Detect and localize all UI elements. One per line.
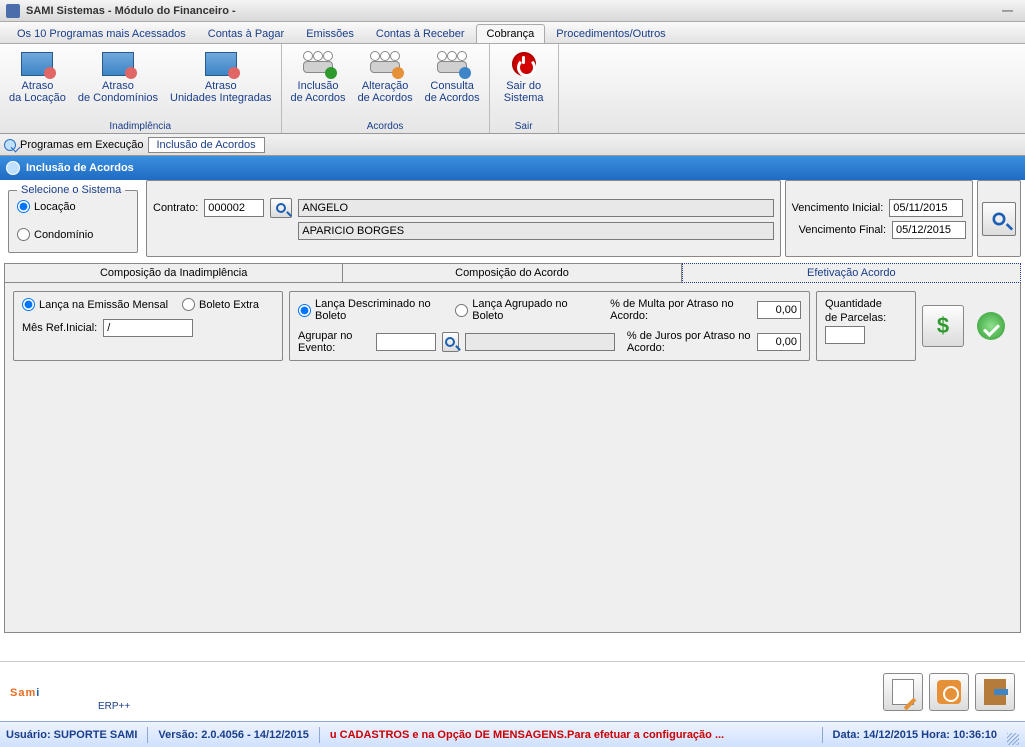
image-icon [102,52,134,76]
search-icon [993,212,1006,225]
resize-grip[interactable] [1007,733,1019,745]
image-icon [205,52,237,76]
edit-button[interactable] [883,673,923,711]
btn-inclusao-acordos[interactable]: Inclusão de Acordos [286,46,351,121]
sistema-fieldset: Selecione o Sistema Locação Condomínio [8,184,138,253]
programas-label: Programas em Execução [20,139,144,151]
app-icon [6,4,20,18]
tab-composicao-inadimplencia[interactable]: Composição da Inadimplência [4,263,343,283]
ribbon-group-acordos: Inclusão de Acordos Alteração de Acordos… [282,44,490,133]
menu-emissoes[interactable]: Emissões [295,24,365,43]
btn-alteracao-acordos[interactable]: Alteração de Acordos [353,46,418,121]
contrato-input[interactable] [204,199,264,217]
minimize-button[interactable]: — [996,5,1019,17]
people-icon [435,51,469,77]
search-icon [445,337,455,347]
logo: Sami [10,667,42,705]
page-header-icon [6,161,20,175]
menu-cobranca[interactable]: Cobrança [476,24,546,43]
edit-icon [892,679,914,705]
radio-condominio[interactable]: Condomínio [17,228,93,241]
ribbon-group-sair: Sair do Sistema Sair [490,44,559,133]
agrupar-search-button[interactable] [442,332,459,352]
mes-ref-input[interactable] [103,319,193,337]
radio-descriminado[interactable]: Lança Descriminado no Boleto [298,298,433,322]
menu-procedimentos[interactable]: Procedimentos/Outros [545,24,676,43]
qtd-label1: Quantidade [825,298,907,310]
btn-atraso-unidades[interactable]: Atraso Unidades Integradas [165,46,277,121]
status-alert: u CADASTROS e na Opção DE MENSAGENS.Para… [330,729,812,741]
venc-search-button[interactable] [982,202,1016,236]
tab-composicao-acordo[interactable]: Composição do Acordo [343,263,681,283]
panel-emissao: Lança na Emissão Mensal Boleto Extra Mês… [13,291,283,361]
menu-contas-receber[interactable]: Contas à Receber [365,24,476,43]
multa-label: % de Multa por Atraso no Acordo: [610,298,743,322]
ribbon-group-inadimplencia: Atraso da Locação Atraso de Condomínios … [0,44,282,133]
power-icon [512,52,536,76]
document-tabs: Programas em Execução Inclusão de Acordo… [0,134,1025,156]
people-icon [368,51,402,77]
exit-button[interactable] [975,673,1015,711]
gear-icon [937,680,961,704]
nome1-field [298,199,773,217]
main-menu: Os 10 Programas mais Acessados Contas à … [0,22,1025,44]
contrato-label: Contrato: [153,202,198,214]
page-header: Inclusão de Acordos [0,156,1025,180]
venc-inicial-input[interactable] [889,199,963,217]
inner-tabstrip: Composição da Inadimplência Composição d… [4,263,1021,283]
search-icon [276,203,286,213]
nome2-field [298,222,773,240]
exit-icon [984,679,1006,705]
check-icon [977,312,1005,340]
panel-qtd-parcelas: Quantidade de Parcelas: [816,291,916,361]
btn-sair-sistema[interactable]: Sair do Sistema [494,46,554,121]
juros-input[interactable] [757,333,801,351]
multa-input[interactable] [757,301,801,319]
status-user: Usuário: SUPORTE SAMI [6,729,137,741]
menu-10prog[interactable]: Os 10 Programas mais Acessados [6,24,197,43]
tab-body: Lança na Emissão Mensal Boleto Extra Mês… [4,283,1021,633]
btn-atraso-locacao[interactable]: Atraso da Locação [4,46,71,121]
btn-consulta-acordos[interactable]: Consulta de Acordos [420,46,485,121]
contrato-panel: Contrato: Contrato: [146,180,781,257]
status-datetime: Data: 14/12/2015 Hora: 10:36:10 [833,729,997,741]
people-icon [301,51,335,77]
window-titlebar: SAMI Sistemas - Módulo do Financeiro - — [0,0,1025,22]
qtd-parcelas-input[interactable] [825,326,865,344]
status-version: Versão: 2.0.4056 - 14/12/2015 [158,729,308,741]
radio-locacao[interactable]: Locação [17,200,76,213]
radio-agrupado[interactable]: Lança Agrupado no Boleto [455,298,574,322]
radio-emissao-mensal[interactable]: Lança na Emissão Mensal [22,298,168,311]
agrupar-evento-input[interactable] [376,333,436,351]
radio-boleto-extra[interactable]: Boleto Extra [182,298,259,311]
venc-search-panel [977,180,1021,257]
status-bar: Usuário: SUPORTE SAMI Versão: 2.0.4056 -… [0,721,1025,747]
page-title: Inclusão de Acordos [26,162,134,174]
venc-inicial-label: Vencimento Inicial: [792,202,884,214]
venc-final-label: Vencimento Final: [799,224,886,236]
tab-efetivacao-acordo[interactable]: Efetivação Acordo [682,263,1021,283]
settings-button[interactable] [929,673,969,711]
logo-sub: ERP++ [98,701,130,712]
ribbon: Atraso da Locação Atraso de Condomínios … [0,44,1025,134]
dollar-icon: $ [937,313,949,339]
confirm-button[interactable] [970,305,1012,347]
mes-ref-label: Mês Ref.Inicial: [22,322,97,334]
vencimento-panel: Vencimento Inicial: Vencimento Final: [785,180,973,257]
venc-final-input[interactable] [892,221,966,239]
image-icon [21,52,53,76]
panel-boleto: Lança Descriminado no Boleto Lança Agrup… [289,291,810,361]
agrupar-label: Agrupar no Evento: [298,330,370,354]
juros-label: % de Juros por Atraso no Acordo: [627,330,751,354]
window-title: SAMI Sistemas - Módulo do Financeiro - [26,5,236,17]
contrato-search-button[interactable] [270,198,292,218]
menu-contas-pagar[interactable]: Contas à Pagar [197,24,295,43]
doc-tab-inclusao[interactable]: Inclusão de Acordos [148,137,265,153]
btn-atraso-condominios[interactable]: Atraso de Condomínios [73,46,163,121]
qtd-label2: de Parcelas: [825,312,886,324]
footer: Sami ERP++ [0,661,1025,721]
agrupar-desc-field [465,333,615,351]
money-button[interactable]: $ [922,305,964,347]
search-icon [4,139,16,151]
